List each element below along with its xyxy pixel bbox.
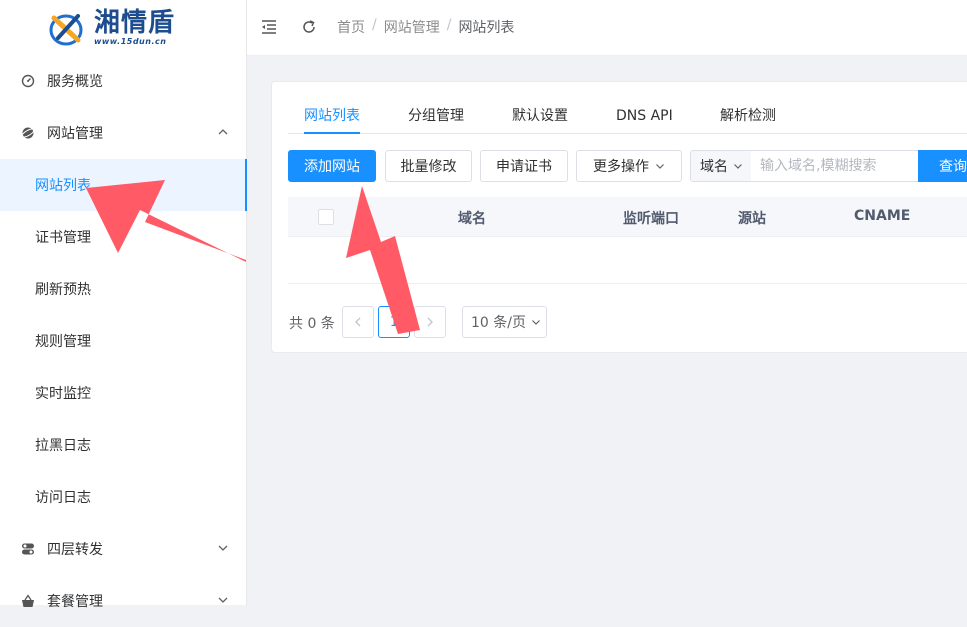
tab-dns-api[interactable]: DNS API [616, 98, 673, 134]
sidebar-item-label: 四层转发 [47, 542, 103, 558]
chevron-right-icon [427, 317, 433, 327]
chevron-down-icon [532, 320, 540, 325]
page-size-label: 10 条/页 [471, 315, 526, 331]
sidebar-subitem-refresh-preheat[interactable]: 刷新预热 [0, 263, 247, 315]
chevron-down-icon [217, 594, 229, 606]
column-header-domain: 域名 [458, 211, 486, 227]
chevron-left-icon [355, 317, 361, 327]
tab-default-settings[interactable]: 默认设置 [512, 98, 568, 134]
column-header-cname: CNAME [854, 208, 911, 224]
globe-icon [21, 126, 35, 140]
sidebar-item-label: 服务概览 [47, 74, 103, 90]
toggle-icon [21, 542, 35, 556]
breadcrumb-separator: / [446, 17, 452, 33]
more-actions-dropdown[interactable]: 更多操作 [576, 150, 682, 182]
search-button[interactable]: 查询 [918, 150, 967, 182]
sidebar-subitem-certificates[interactable]: 证书管理 [0, 211, 247, 263]
sidebar-item-overview[interactable]: 服务概览 [0, 55, 247, 107]
logo-title: 湘情盾 [94, 8, 176, 38]
sidebar-subitem-access-log[interactable]: 访问日志 [0, 471, 247, 523]
logo[interactable]: 湘情盾 www.15dun.cn [0, 0, 246, 56]
add-site-button[interactable]: 添加网站 [288, 150, 376, 182]
sidebar-subitem-blacklist-log[interactable]: 拉黑日志 [0, 419, 247, 471]
main-card: 网站列表 分组管理 默认设置 DNS API 解析检测 添加网站 批量修改 申请… [271, 81, 967, 353]
pagination-prev-button[interactable] [342, 306, 374, 338]
package-icon [21, 594, 35, 608]
bulk-edit-button[interactable]: 批量修改 [385, 150, 472, 182]
logo-mark-icon [46, 8, 90, 48]
select-all-checkbox[interactable] [318, 209, 334, 225]
dashboard-icon [21, 74, 35, 88]
logo-subtitle: www.15dun.cn [94, 37, 167, 46]
top-bar: 首页 / 网站管理 / 网站列表 [247, 0, 967, 56]
column-header-origin: 源站 [738, 211, 766, 227]
chevron-down-icon [734, 164, 742, 169]
column-header-listen-port: 监听端口 [623, 211, 679, 227]
breadcrumb-home[interactable]: 首页 [337, 17, 365, 37]
tab-bar: 网站列表 分组管理 默认设置 DNS API 解析检测 [288, 98, 967, 134]
pagination-page-button[interactable]: 1 [378, 306, 410, 338]
breadcrumb-current: 网站列表 [458, 20, 515, 36]
more-actions-label: 更多操作 [593, 159, 649, 175]
sidebar-item-label: 套餐管理 [47, 594, 103, 610]
tab-resolution-check[interactable]: 解析检测 [720, 98, 776, 134]
refresh-icon[interactable] [300, 18, 318, 36]
sidebar-item-site-management[interactable]: 网站管理 [0, 107, 247, 159]
chevron-down-icon [656, 164, 664, 169]
sidebar-item-label: 网站管理 [47, 126, 103, 142]
chevron-down-icon [217, 542, 229, 554]
sidebar-item-packages[interactable]: 套餐管理 [0, 575, 247, 627]
sidebar-item-layer4-forward[interactable]: 四层转发 [0, 523, 247, 575]
page-size-select[interactable]: 10 条/页 [462, 306, 547, 338]
pagination-total: 共 0 条 [289, 316, 335, 332]
sidebar-subitem-rules[interactable]: 规则管理 [0, 315, 247, 367]
apply-cert-button[interactable]: 申请证书 [480, 150, 568, 182]
table-body-empty [288, 237, 967, 284]
pagination-next-button[interactable] [414, 306, 446, 338]
collapse-menu-icon[interactable] [260, 18, 278, 36]
search-input[interactable] [751, 150, 919, 182]
chevron-up-icon [217, 126, 229, 138]
search-field-label: 域名 [700, 159, 728, 175]
search-field-select[interactable]: 域名 [690, 150, 752, 182]
breadcrumb-site-management[interactable]: 网站管理 [384, 17, 440, 37]
sidebar-subitem-site-list[interactable]: 网站列表 [0, 159, 247, 211]
sidebar-subitem-realtime-monitor[interactable]: 实时监控 [0, 367, 247, 419]
tab-site-list[interactable]: 网站列表 [304, 98, 360, 134]
breadcrumb: 首页 / 网站管理 / 网站列表 [337, 17, 514, 37]
table-header: 域名 监听端口 源站 CNAME [288, 197, 967, 237]
breadcrumb-separator: / [372, 17, 377, 33]
tab-group-management[interactable]: 分组管理 [408, 98, 464, 134]
sidebar: 湘情盾 www.15dun.cn 服务概览 网站管理 网站列表 证书管理 刷新预… [0, 0, 247, 610]
